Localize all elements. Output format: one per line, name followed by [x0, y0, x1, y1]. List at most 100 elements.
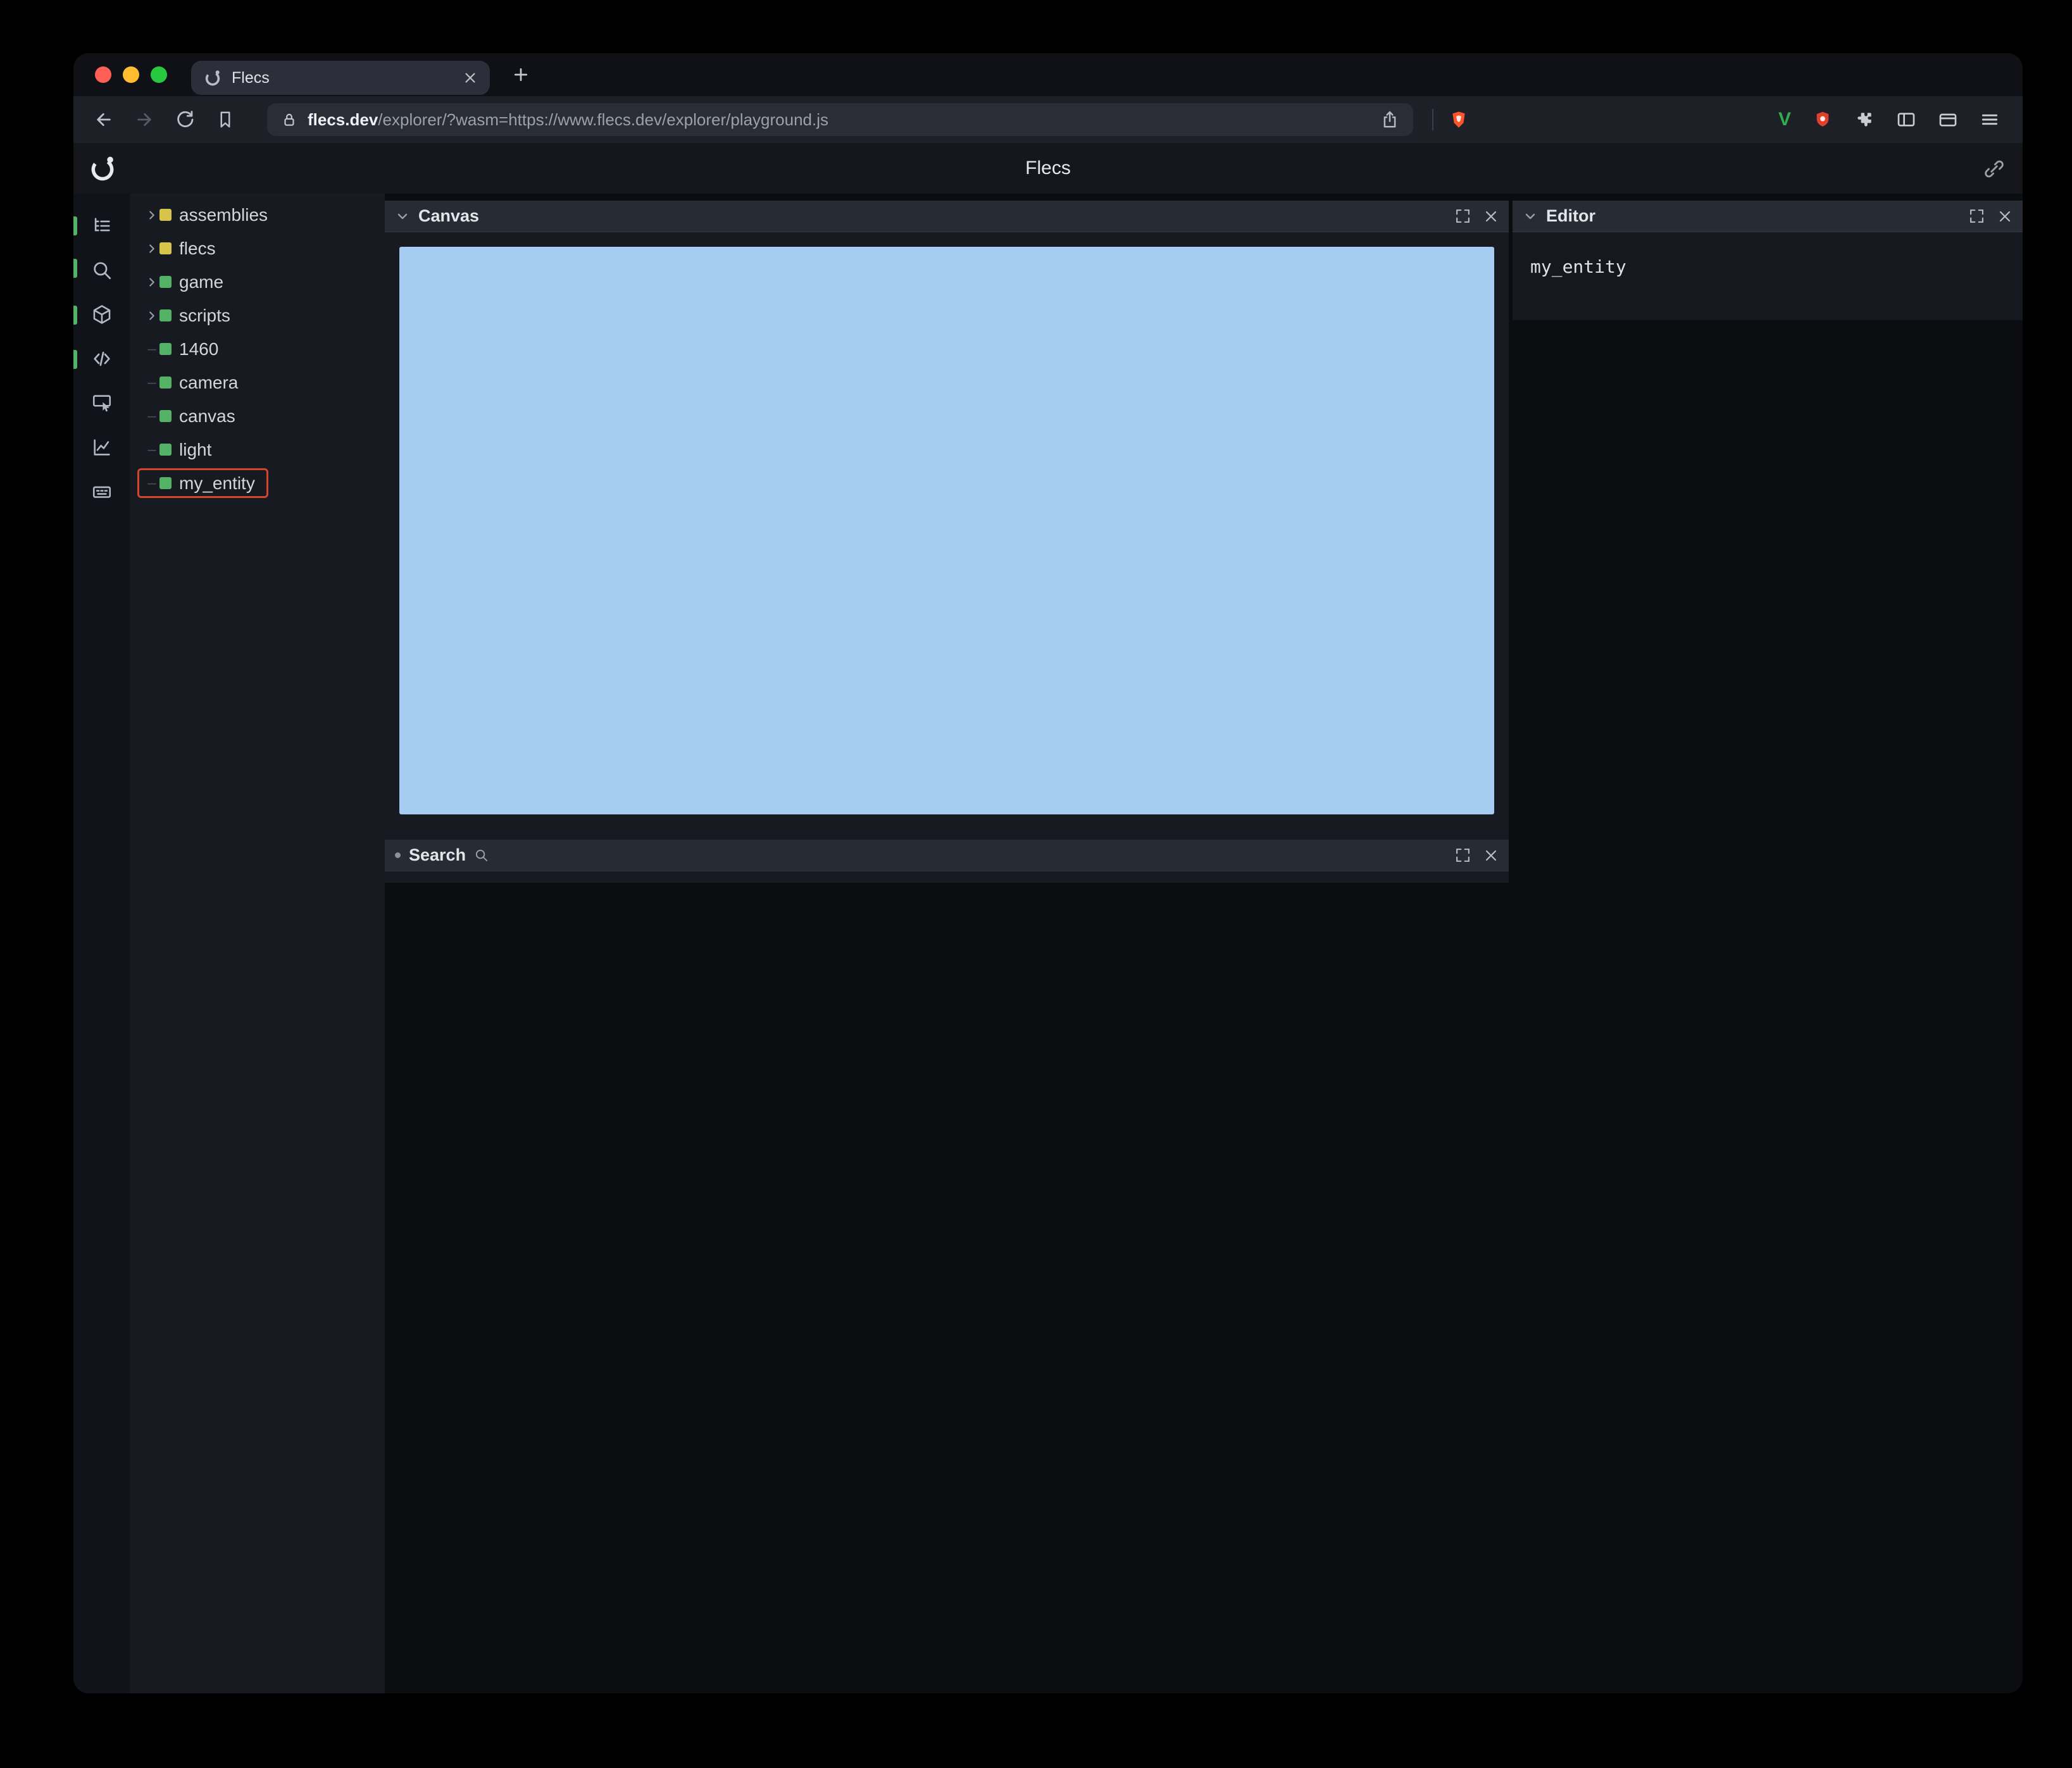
reload-button[interactable] — [171, 106, 199, 134]
inspector-icon[interactable] — [91, 392, 113, 414]
active-indicator — [73, 306, 77, 325]
tree-item-label: canvas — [179, 406, 235, 426]
tree-item-camera[interactable]: – camera — [130, 366, 385, 399]
center-column: Canvas Search — [385, 194, 1509, 1693]
share-icon[interactable] — [1380, 110, 1399, 129]
collapsed-indicator-dot[interactable] — [395, 852, 401, 858]
search-panel: Search — [385, 840, 1509, 883]
search-icon[interactable] — [91, 259, 113, 281]
zoom-window-button[interactable] — [151, 66, 167, 83]
close-icon[interactable] — [1483, 848, 1499, 863]
entity-color-swatch — [159, 343, 172, 355]
editor-content: my_entity — [1530, 256, 1626, 277]
chevron-down-icon[interactable] — [395, 209, 410, 224]
fullscreen-icon[interactable] — [1969, 208, 1985, 224]
editor-column: Editor my_entity — [1513, 194, 2023, 1693]
tree-item-label: my_entity — [179, 473, 255, 493]
leaf-dash-icon: – — [147, 440, 156, 458]
browser-toolbar: flecs.dev/explorer/?wasm=https://www.fle… — [73, 96, 2023, 143]
close-window-button[interactable] — [95, 66, 111, 83]
new-tab-button[interactable] — [510, 64, 532, 85]
close-icon[interactable] — [1997, 209, 2013, 224]
tree-item-game[interactable]: game — [130, 265, 385, 299]
browser-window: Flecs flecs.dev/explorer/?wasm=https://w… — [73, 53, 2023, 1693]
module-color-swatch — [159, 209, 172, 221]
app-header: Flecs — [73, 143, 2023, 194]
canvas-panel: Canvas — [385, 201, 1509, 840]
tree-item-assemblies[interactable]: assemblies — [130, 198, 385, 232]
brave-shield-icon[interactable] — [1449, 109, 1469, 130]
window-controls — [95, 66, 167, 83]
url-path: /explorer/?wasm=https://www.flecs.dev/ex… — [378, 109, 829, 129]
tab-strip: Flecs — [73, 53, 2023, 96]
fullscreen-icon[interactable] — [1455, 847, 1471, 863]
tree-item-label: light — [179, 439, 212, 459]
tab-close-icon[interactable] — [463, 71, 477, 85]
url-text: flecs.dev/explorer/?wasm=https://www.fle… — [308, 110, 828, 130]
lock-icon — [281, 111, 297, 128]
extensions-puzzle-icon[interactable] — [1854, 109, 1875, 130]
stats-chart-icon[interactable] — [91, 437, 113, 458]
url-domain: flecs.dev — [308, 109, 378, 129]
panel-title: Canvas — [418, 206, 480, 225]
tree-item-label: scripts — [179, 305, 230, 325]
minimize-window-button[interactable] — [123, 66, 139, 83]
tree-item-canvas[interactable]: – canvas — [130, 399, 385, 433]
chevron-right-icon[interactable] — [144, 275, 159, 289]
editor-code-area[interactable]: my_entity — [1513, 232, 2023, 320]
forward-button[interactable] — [130, 106, 158, 134]
tree-icon[interactable] — [91, 215, 113, 237]
tree-item-my-entity[interactable]: – my_entity — [130, 466, 385, 500]
tree-item-light[interactable]: – light — [130, 433, 385, 466]
menu-hamburger-icon[interactable] — [1980, 109, 2000, 130]
extension-v-icon[interactable]: V — [1778, 109, 1791, 130]
editor-panel-header: Editor — [1513, 201, 2023, 232]
module-color-swatch — [159, 242, 172, 254]
sidebar-toggle-icon[interactable] — [1896, 109, 1916, 130]
search-panel-body — [385, 871, 1509, 883]
close-icon[interactable] — [1483, 209, 1499, 224]
leaf-dash-icon: – — [147, 407, 156, 425]
canvas-panel-header: Canvas — [385, 201, 1509, 232]
browser-tab-flecs[interactable]: Flecs — [191, 61, 490, 95]
search-magnifier-icon — [474, 848, 489, 862]
back-button[interactable] — [90, 106, 118, 134]
game-render-canvas[interactable] — [399, 247, 1494, 814]
canvas-panel-body — [385, 232, 1509, 840]
editor-panel: Editor my_entity — [1513, 201, 2023, 320]
url-bar[interactable]: flecs.dev/explorer/?wasm=https://www.fle… — [267, 103, 1413, 136]
entity-tree: assemblies flecs game scripts – 1460 – c… — [130, 194, 385, 1693]
bookmark-icon[interactable] — [211, 106, 239, 134]
code-icon[interactable] — [91, 348, 113, 370]
entities-cube-icon[interactable] — [91, 304, 113, 325]
tree-item-label: 1460 — [179, 339, 219, 359]
icon-rail — [73, 194, 130, 1693]
flecs-favicon — [204, 69, 222, 87]
entity-color-swatch — [159, 477, 172, 489]
extension-shield-icon[interactable] — [1813, 109, 1833, 130]
page-title: Flecs — [1025, 158, 1071, 178]
app-content: assemblies flecs game scripts – 1460 – c… — [73, 194, 2023, 1693]
extension-icons: V — [1778, 109, 2000, 130]
tree-item-1460[interactable]: – 1460 — [130, 332, 385, 366]
chevron-down-icon[interactable] — [1523, 209, 1538, 224]
toolbar-divider — [1432, 109, 1433, 130]
tree-item-flecs[interactable]: flecs — [130, 232, 385, 265]
panel-title: Editor — [1546, 206, 1595, 225]
chevron-right-icon[interactable] — [144, 242, 159, 256]
tree-item-label: game — [179, 271, 224, 292]
wallet-icon[interactable] — [1938, 109, 1958, 130]
chevron-right-icon[interactable] — [144, 309, 159, 323]
entity-color-swatch — [159, 276, 172, 288]
entity-color-swatch — [159, 410, 172, 422]
tree-item-label: flecs — [179, 238, 216, 258]
tab-title: Flecs — [232, 68, 270, 87]
chevron-right-icon[interactable] — [144, 208, 159, 222]
selection-outline: – my_entity — [137, 468, 268, 498]
panel-title: Search — [409, 845, 466, 864]
commands-icon[interactable] — [91, 481, 113, 502]
link-icon[interactable] — [1983, 158, 2005, 180]
fullscreen-icon[interactable] — [1455, 208, 1471, 224]
tree-item-scripts[interactable]: scripts — [130, 299, 385, 332]
entity-color-swatch — [159, 444, 172, 456]
